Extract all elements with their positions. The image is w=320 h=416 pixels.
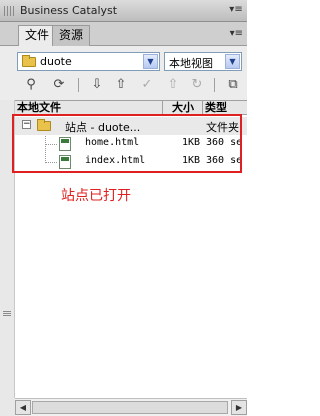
left-gutter [0,100,15,398]
view-select-value: 本地视图 [169,57,213,70]
site-root-type: 文件夹 [206,121,239,134]
column-divider[interactable] [202,101,203,114]
column-type[interactable]: 类型 [205,101,227,114]
check-out-icon[interactable]: ✓ [138,76,156,94]
file-type: 360 se [206,155,243,166]
horizontal-scrollbar[interactable]: ◀ ▶ [15,398,247,416]
chevron-down-icon[interactable]: ▼ [225,54,240,69]
scroll-right-icon[interactable]: ▶ [231,400,247,415]
site-select[interactable]: duote ▼ [17,52,160,71]
annotation-text: 站点已打开 [61,188,131,204]
folder-icon [22,55,36,67]
file-name: home.html [85,137,140,148]
check-in-icon[interactable]: ⇧ [164,76,182,94]
file-size: 1KB [182,137,201,148]
panel-titlebar: Business Catalyst ▾≡ [0,0,247,22]
html-file-icon [59,155,71,169]
synchronize-icon[interactable]: ↻ [188,76,206,94]
file-row[interactable]: index.html 1KB 360 se [15,153,247,171]
collapse-icon[interactable]: − [22,120,31,129]
column-name[interactable]: 本地文件 [17,101,61,114]
tab-options-icon[interactable]: ▾≡ [230,28,243,39]
folder-icon [37,119,51,131]
panel-tabbar: 文件 资源 ▾≡ [0,22,247,46]
panel-grip-icon[interactable] [4,6,14,16]
scroll-left-icon[interactable]: ◀ [15,400,31,415]
chevron-down-icon[interactable]: ▼ [143,54,158,69]
refresh-icon[interactable]: ⟳ [50,76,68,94]
tab-assets[interactable]: 资源 [52,25,91,46]
tab-files[interactable]: 文件 [18,25,57,46]
get-file-icon[interactable]: ⇩ [88,76,106,94]
column-size[interactable]: 大小 [172,101,194,114]
file-type: 360 se [206,137,243,148]
files-toolbar: duote ▼ 本地视图 ▼ ⚲ ⟳ ⇩ ⇧ ✓ ⇧ ↻ ⧉ [0,46,247,100]
scroll-thumb[interactable] [32,401,228,414]
file-list-header: 本地文件 大小 类型 [15,100,247,115]
file-list: − 站点 - duote... 文件夹 home.html 1KB 360 se… [15,115,247,398]
site-root-name: 站点 - duote... [65,121,141,134]
put-file-icon[interactable]: ⇧ [112,76,130,94]
connect-icon[interactable]: ⚲ [22,76,40,94]
toolbar-divider [214,78,215,92]
expand-panel-icon[interactable]: ⧉ [224,76,242,94]
site-select-value: duote [40,55,72,68]
panel-menu-icon[interactable]: ▾≡ [229,3,243,17]
html-file-icon [59,137,71,151]
view-select[interactable]: 本地视图 ▼ [164,52,242,71]
panel-title: Business Catalyst [20,4,118,17]
gutter-grip-icon[interactable] [3,310,11,316]
column-divider[interactable] [162,101,163,114]
toolbar-divider [78,78,79,92]
file-size: 1KB [182,155,201,166]
file-row[interactable]: home.html 1KB 360 se [15,135,247,153]
file-name: index.html [85,155,146,166]
scroll-corner [0,398,15,416]
site-root-row[interactable]: − 站点 - duote... 文件夹 [15,117,247,135]
